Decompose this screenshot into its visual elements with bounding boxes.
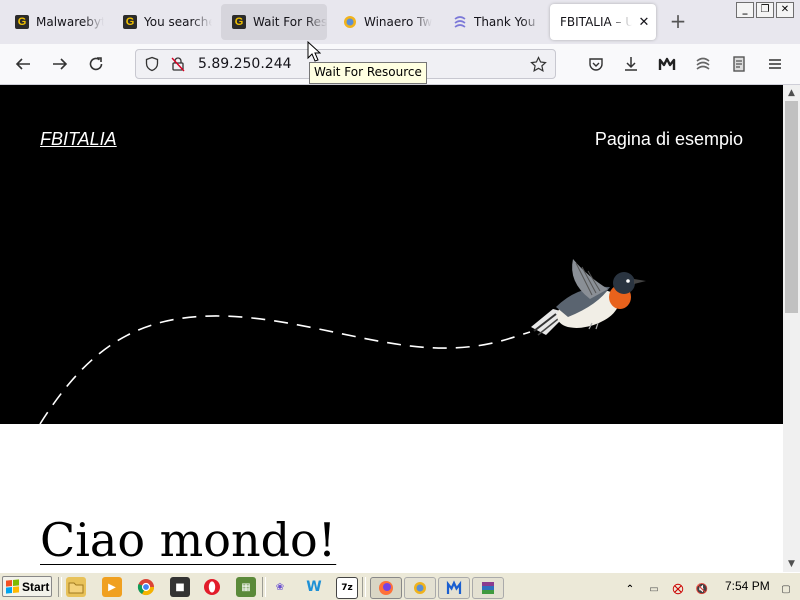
tab-winaero[interactable]: Winaero Tweaker — [332, 4, 432, 40]
tab-close-icon[interactable]: ✕ — [632, 15, 656, 30]
tray-expand-icon[interactable]: ⌃ — [620, 579, 640, 599]
bird-icon — [531, 259, 646, 336]
winaero-taskbar-button[interactable] — [404, 577, 436, 599]
tab-malwarebytes[interactable]: G Malwarebytes — [4, 4, 104, 40]
window-controls: _ ❐ ✕ — [736, 2, 794, 18]
site-title-link[interactable]: FBITALIA — [40, 129, 117, 150]
opera-icon[interactable] — [202, 577, 222, 597]
forward-arrow-icon — [53, 58, 68, 70]
w-app-icon[interactable]: W — [304, 577, 324, 597]
downloads-button[interactable] — [619, 52, 643, 76]
tab-tooltip: Wait For Resource — [309, 62, 427, 84]
mouse-pointer-icon — [307, 41, 321, 62]
notification-icon[interactable]: ▢ — [776, 579, 796, 599]
tab-title: Malwarebytes — [36, 15, 104, 29]
restore-icon[interactable]: ❐ — [756, 2, 774, 18]
dashed-flight-path — [39, 315, 531, 424]
swirl-favicon-icon — [452, 14, 468, 30]
insecure-lock-icon[interactable] — [170, 56, 186, 72]
chrome-icon[interactable] — [136, 577, 156, 597]
menu-button[interactable] — [763, 52, 787, 76]
extension-button-2[interactable] — [727, 52, 751, 76]
close-window-icon[interactable]: ✕ — [776, 2, 794, 18]
malwarebytes-extension-button[interactable] — [655, 52, 679, 76]
start-label: Start — [22, 579, 50, 594]
network-icon[interactable]: ▭ — [644, 579, 664, 599]
back-arrow-icon — [15, 58, 30, 70]
taskbar-clock[interactable]: 7:54 PM — [725, 579, 770, 593]
download-icon — [625, 57, 637, 71]
scroll-thumb[interactable] — [785, 101, 798, 313]
start-button[interactable]: Start — [2, 576, 52, 597]
firefox-taskbar-button[interactable] — [370, 577, 402, 599]
web-page: FBITALIA Pagina di esempio Ciao mondo! — [0, 85, 783, 572]
malwarebytes-taskbar-button[interactable] — [438, 577, 470, 599]
tab-title: You searched — [144, 15, 212, 29]
scroll-down-icon[interactable]: ▼ — [783, 556, 800, 572]
tab-title: FBITALIA – Un — [560, 15, 632, 29]
hamburger-menu-icon — [769, 59, 781, 69]
tab-title: Wait For Resource — [253, 15, 327, 29]
box-app-icon[interactable]: ■ — [170, 577, 190, 597]
winaero-favicon-icon — [342, 14, 358, 30]
tab-thank-you[interactable]: Thank You — [442, 4, 542, 40]
paint-icon[interactable]: ❀ — [270, 577, 290, 597]
volume-muted-icon[interactable]: 🔇 — [692, 579, 712, 599]
forward-button[interactable] — [48, 52, 72, 76]
tab-wait-for-resource[interactable]: G Wait For Resource — [221, 4, 327, 40]
shield-icon[interactable] — [144, 56, 160, 72]
security-alert-icon[interactable]: ⛒ — [668, 579, 688, 599]
document-extension-icon — [733, 56, 745, 72]
nav-link-sample-page[interactable]: Pagina di esempio — [595, 129, 743, 150]
pocket-button[interactable] — [584, 52, 608, 76]
back-button[interactable] — [11, 52, 35, 76]
new-tab-button[interactable]: + — [666, 10, 690, 34]
system-tray: ⌃ ▭ ⛒ 🔇 ▢ — [620, 575, 800, 597]
taskbar-separator — [362, 577, 366, 597]
extension-button[interactable] — [691, 52, 715, 76]
media-player-icon[interactable]: ▶ — [102, 577, 122, 597]
tab-strip: G Malwarebytes G You searched G Wait For… — [0, 0, 800, 44]
reload-icon — [89, 57, 103, 71]
scroll-up-icon[interactable]: ▲ — [783, 85, 800, 101]
taskbar-separator — [262, 577, 266, 597]
g-favicon-icon: G — [122, 14, 138, 30]
pocket-icon — [589, 58, 603, 71]
malwarebytes-icon — [658, 57, 676, 70]
swirl-extension-icon — [696, 57, 710, 70]
tab-title: Thank You — [474, 15, 536, 29]
7zip-icon[interactable]: 7z — [336, 577, 358, 599]
taskbar: Start ▶ ■ ▦ ❀ W 7z ⌃ ▭ ⛒ 🔇 ▢ 7:54 PM — [0, 572, 800, 600]
tab-you-searched[interactable]: G You searched — [112, 4, 212, 40]
g-favicon-icon: G — [231, 14, 247, 30]
taskbar-separator — [58, 577, 62, 597]
winrar-taskbar-button[interactable] — [472, 577, 504, 599]
bookmark-star-icon[interactable] — [530, 56, 547, 73]
minimize-icon[interactable]: _ — [736, 2, 754, 18]
folder-icon[interactable] — [66, 577, 86, 597]
tab-title: Winaero Tweaker — [364, 15, 432, 29]
reload-button[interactable] — [84, 52, 108, 76]
windows-flag-icon — [6, 579, 19, 594]
minecraft-icon[interactable]: ▦ — [236, 577, 256, 597]
vertical-scrollbar[interactable]: ▲ ▼ — [783, 85, 800, 572]
tab-fbitalia[interactable]: FBITALIA – Un ✕ — [550, 4, 656, 40]
g-favicon-icon: G — [14, 14, 30, 30]
url-text: 5.89.250.244 — [198, 56, 292, 72]
post-title-link[interactable]: Ciao mondo! — [40, 513, 336, 567]
hero-header: FBITALIA Pagina di esempio — [0, 85, 783, 424]
